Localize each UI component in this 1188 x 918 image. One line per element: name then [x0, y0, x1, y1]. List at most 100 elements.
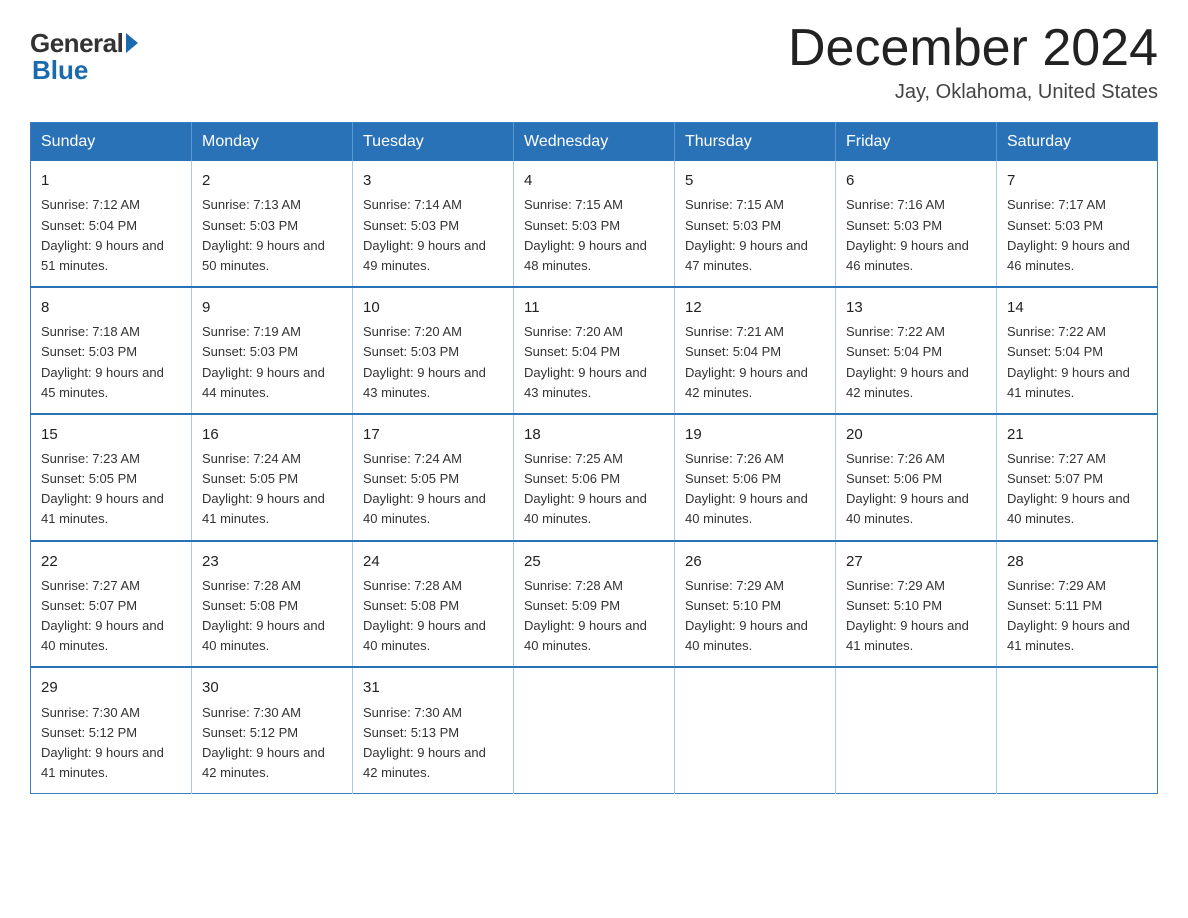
calendar-week-row: 29 Sunrise: 7:30 AMSunset: 5:12 PMDayligh… [31, 667, 1158, 793]
location-title: Jay, Oklahoma, United States [788, 81, 1158, 104]
calendar-cell: 7Sunrise: 7:17 AMSunset: 5:03 PMDaylight… [997, 161, 1158, 287]
day-info: Sunrise: 7:24 AMSunset: 5:05 PMDaylight:… [202, 451, 325, 526]
day-info: Sunrise: 7:29 AMSunset: 5:10 PMDaylight:… [685, 578, 808, 653]
calendar-cell: 15 Sunrise: 7:23 AMSunset: 5:05 PMDayligh… [31, 414, 192, 541]
day-number: 7 [1007, 169, 1147, 192]
day-number: 10 [363, 296, 503, 319]
calendar-week-row: 15 Sunrise: 7:23 AMSunset: 5:05 PMDayligh… [31, 414, 1158, 541]
logo: General Blue [30, 20, 138, 86]
day-number: 30 [202, 676, 342, 699]
day-info: Sunrise: 7:29 AMSunset: 5:10 PMDaylight:… [846, 578, 969, 653]
day-number: 6 [846, 169, 986, 192]
calendar-cell [675, 667, 836, 793]
calendar-cell: 31 Sunrise: 7:30 AMSunset: 5:13 PMDayligh… [353, 667, 514, 793]
day-info: Sunrise: 7:29 AMSunset: 5:11 PMDaylight:… [1007, 578, 1130, 653]
day-info: Sunrise: 7:28 AMSunset: 5:08 PMDaylight:… [202, 578, 325, 653]
day-info: Sunrise: 7:22 AMSunset: 5:04 PMDaylight:… [1007, 324, 1130, 399]
calendar-week-row: 22 Sunrise: 7:27 AMSunset: 5:07 PMDayligh… [31, 541, 1158, 668]
header-monday: Monday [192, 123, 353, 162]
calendar-cell: 24 Sunrise: 7:28 AMSunset: 5:08 PMDayligh… [353, 541, 514, 668]
calendar-cell: 4Sunrise: 7:15 AMSunset: 5:03 PMDaylight… [514, 161, 675, 287]
logo-blue-text: Blue [32, 55, 88, 86]
day-info: Sunrise: 7:18 AMSunset: 5:03 PMDaylight:… [41, 324, 164, 399]
day-info: Sunrise: 7:26 AMSunset: 5:06 PMDaylight:… [846, 451, 969, 526]
calendar-cell: 28 Sunrise: 7:29 AMSunset: 5:11 PMDayligh… [997, 541, 1158, 668]
calendar-cell: 11Sunrise: 7:20 AMSunset: 5:04 PMDayligh… [514, 287, 675, 414]
day-number: 2 [202, 169, 342, 192]
day-number: 17 [363, 423, 503, 446]
calendar-week-row: 8 Sunrise: 7:18 AMSunset: 5:03 PMDaylight… [31, 287, 1158, 414]
day-number: 14 [1007, 296, 1147, 319]
day-number: 28 [1007, 550, 1147, 573]
calendar-cell: 13Sunrise: 7:22 AMSunset: 5:04 PMDayligh… [836, 287, 997, 414]
day-number: 4 [524, 169, 664, 192]
day-number: 1 [41, 169, 181, 192]
day-number: 24 [363, 550, 503, 573]
day-number: 12 [685, 296, 825, 319]
calendar-cell: 3 Sunrise: 7:14 AMSunset: 5:03 PMDaylight… [353, 161, 514, 287]
calendar-cell: 1Sunrise: 7:12 AMSunset: 5:04 PMDaylight… [31, 161, 192, 287]
day-info: Sunrise: 7:13 AMSunset: 5:03 PMDaylight:… [202, 197, 325, 272]
calendar-cell: 26 Sunrise: 7:29 AMSunset: 5:10 PMDayligh… [675, 541, 836, 668]
day-number: 15 [41, 423, 181, 446]
day-number: 8 [41, 296, 181, 319]
calendar-cell: 25 Sunrise: 7:28 AMSunset: 5:09 PMDayligh… [514, 541, 675, 668]
day-number: 31 [363, 676, 503, 699]
page-header: General Blue December 2024 Jay, Oklahoma… [30, 20, 1158, 104]
day-number: 18 [524, 423, 664, 446]
day-info: Sunrise: 7:27 AMSunset: 5:07 PMDaylight:… [1007, 451, 1130, 526]
calendar-cell [514, 667, 675, 793]
day-info: Sunrise: 7:15 AMSunset: 5:03 PMDaylight:… [685, 197, 808, 272]
calendar-cell: 14 Sunrise: 7:22 AMSunset: 5:04 PMDayligh… [997, 287, 1158, 414]
calendar-table: SundayMondayTuesdayWednesdayThursdayFrid… [30, 122, 1158, 794]
day-number: 3 [363, 169, 503, 192]
day-info: Sunrise: 7:22 AMSunset: 5:04 PMDaylight:… [846, 324, 969, 399]
title-area: December 2024 Jay, Oklahoma, United Stat… [788, 20, 1158, 104]
header-saturday: Saturday [997, 123, 1158, 162]
day-info: Sunrise: 7:25 AMSunset: 5:06 PMDaylight:… [524, 451, 647, 526]
day-info: Sunrise: 7:24 AMSunset: 5:05 PMDaylight:… [363, 451, 486, 526]
month-title: December 2024 [788, 20, 1158, 77]
day-info: Sunrise: 7:28 AMSunset: 5:09 PMDaylight:… [524, 578, 647, 653]
day-info: Sunrise: 7:16 AMSunset: 5:03 PMDaylight:… [846, 197, 969, 272]
day-info: Sunrise: 7:23 AMSunset: 5:05 PMDaylight:… [41, 451, 164, 526]
calendar-cell [997, 667, 1158, 793]
calendar-week-row: 1Sunrise: 7:12 AMSunset: 5:04 PMDaylight… [31, 161, 1158, 287]
day-info: Sunrise: 7:30 AMSunset: 5:13 PMDaylight:… [363, 705, 486, 780]
calendar-cell: 9Sunrise: 7:19 AMSunset: 5:03 PMDaylight… [192, 287, 353, 414]
calendar-cell [836, 667, 997, 793]
day-number: 16 [202, 423, 342, 446]
day-number: 27 [846, 550, 986, 573]
day-number: 22 [41, 550, 181, 573]
calendar-cell: 21 Sunrise: 7:27 AMSunset: 5:07 PMDayligh… [997, 414, 1158, 541]
day-info: Sunrise: 7:21 AMSunset: 5:04 PMDaylight:… [685, 324, 808, 399]
header-sunday: Sunday [31, 123, 192, 162]
day-number: 26 [685, 550, 825, 573]
calendar-header-row: SundayMondayTuesdayWednesdayThursdayFrid… [31, 123, 1158, 162]
day-number: 5 [685, 169, 825, 192]
calendar-cell: 20 Sunrise: 7:26 AMSunset: 5:06 PMDayligh… [836, 414, 997, 541]
day-info: Sunrise: 7:20 AMSunset: 5:04 PMDaylight:… [524, 324, 647, 399]
header-friday: Friday [836, 123, 997, 162]
day-number: 29 [41, 676, 181, 699]
day-info: Sunrise: 7:27 AMSunset: 5:07 PMDaylight:… [41, 578, 164, 653]
day-number: 21 [1007, 423, 1147, 446]
day-number: 25 [524, 550, 664, 573]
calendar-cell: 17 Sunrise: 7:24 AMSunset: 5:05 PMDayligh… [353, 414, 514, 541]
calendar-cell: 23 Sunrise: 7:28 AMSunset: 5:08 PMDayligh… [192, 541, 353, 668]
calendar-cell: 29Sunrise: 7:30 AMSunset: 5:12 PMDayligh… [31, 667, 192, 793]
day-info: Sunrise: 7:30 AMSunset: 5:12 PMDaylight:… [202, 705, 325, 780]
day-info: Sunrise: 7:14 AMSunset: 5:03 PMDaylight:… [363, 197, 486, 272]
calendar-cell: 18 Sunrise: 7:25 AMSunset: 5:06 PMDayligh… [514, 414, 675, 541]
header-thursday: Thursday [675, 123, 836, 162]
day-number: 19 [685, 423, 825, 446]
calendar-cell: 5 Sunrise: 7:15 AMSunset: 5:03 PMDaylight… [675, 161, 836, 287]
calendar-cell: 2 Sunrise: 7:13 AMSunset: 5:03 PMDaylight… [192, 161, 353, 287]
day-number: 20 [846, 423, 986, 446]
day-info: Sunrise: 7:26 AMSunset: 5:06 PMDaylight:… [685, 451, 808, 526]
calendar-cell: 22 Sunrise: 7:27 AMSunset: 5:07 PMDayligh… [31, 541, 192, 668]
day-info: Sunrise: 7:28 AMSunset: 5:08 PMDaylight:… [363, 578, 486, 653]
day-info: Sunrise: 7:19 AMSunset: 5:03 PMDaylight:… [202, 324, 325, 399]
day-number: 23 [202, 550, 342, 573]
header-wednesday: Wednesday [514, 123, 675, 162]
